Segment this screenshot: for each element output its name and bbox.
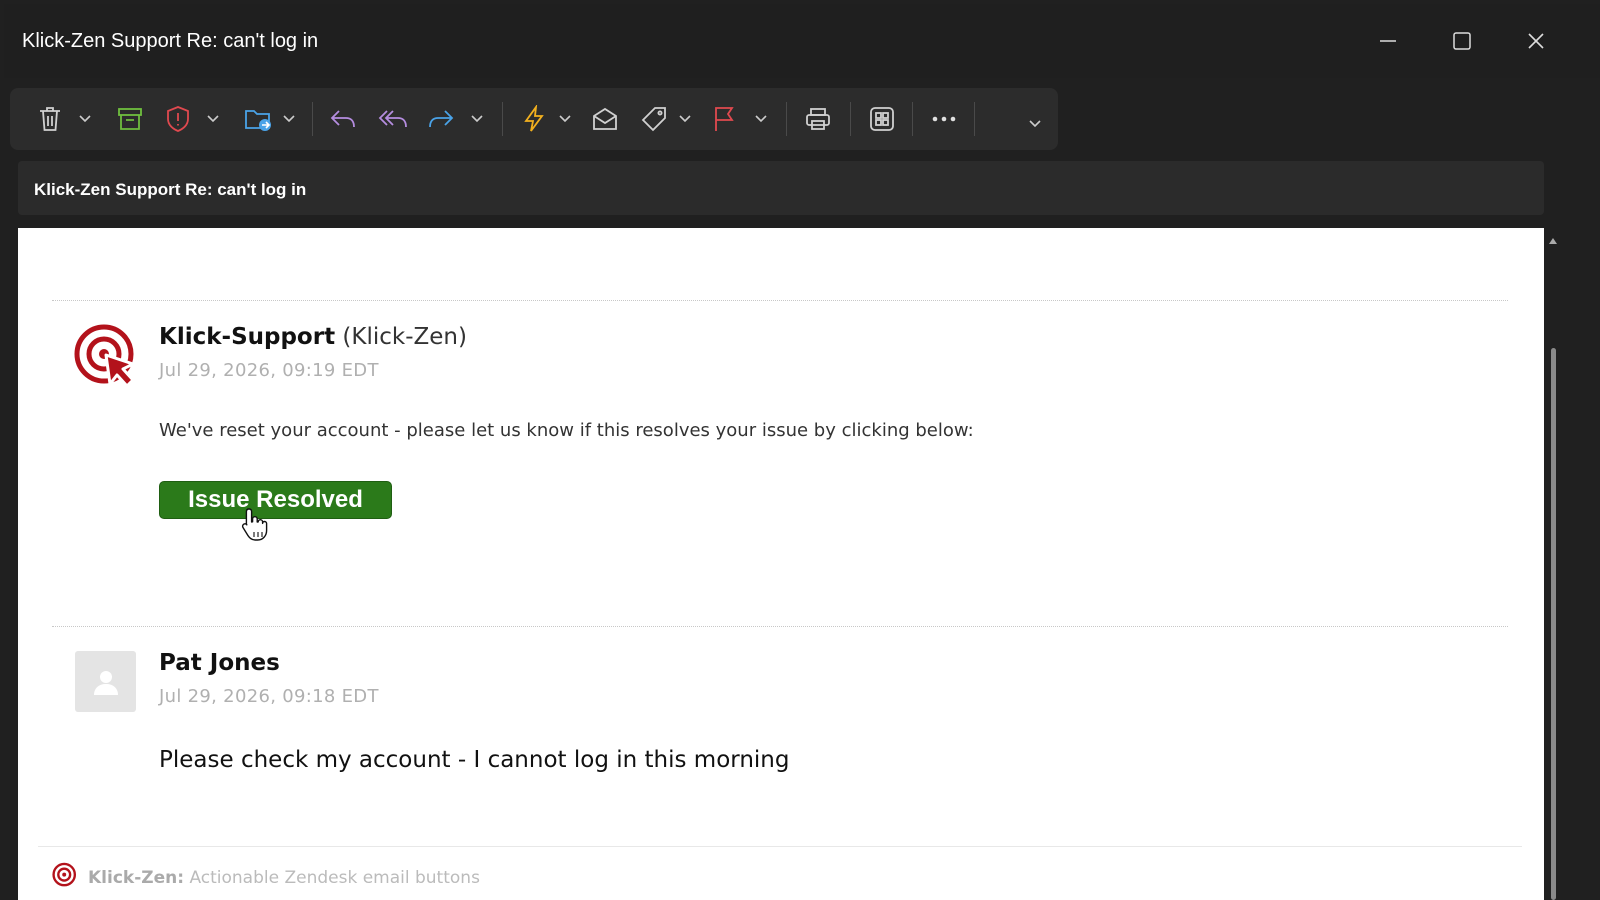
subject-bar: Klick-Zen Support Re: can't log in <box>18 161 1544 215</box>
tag-button[interactable] <box>634 88 674 150</box>
sender-name: Klick-Support <box>159 324 336 350</box>
footer-tagline: Actionable Zendesk email buttons <box>189 868 480 888</box>
scroll-up-arrow-icon[interactable] <box>1549 238 1557 244</box>
flag-icon <box>715 107 734 131</box>
reply-all-icon <box>378 110 407 128</box>
printer-icon <box>806 108 830 130</box>
reply-icon <box>330 110 355 128</box>
close-button[interactable] <box>1514 21 1558 61</box>
maximize-icon <box>1453 32 1471 50</box>
toolbar-separator <box>974 102 975 136</box>
envelope-open-icon <box>593 107 617 130</box>
flag-dropdown[interactable] <box>750 88 772 150</box>
user-icon <box>93 670 118 695</box>
toolbar-separator <box>912 102 913 136</box>
trash-icon <box>40 107 60 131</box>
apps-grid-icon <box>870 107 894 131</box>
quick-steps-button[interactable] <box>514 88 554 150</box>
close-icon <box>1528 33 1544 49</box>
print-button[interactable] <box>796 88 840 150</box>
toolbar-separator <box>850 102 851 136</box>
quick-steps-dropdown[interactable] <box>554 88 576 150</box>
forward-icon <box>429 110 454 128</box>
tag-icon <box>641 107 666 132</box>
forward-button[interactable] <box>420 88 462 150</box>
forward-dropdown[interactable] <box>466 88 488 150</box>
toolbar-overflow-dropdown[interactable] <box>1020 88 1050 150</box>
chevron-down-icon <box>679 115 691 123</box>
minimize-icon <box>1380 40 1396 42</box>
maximize-button[interactable] <box>1440 21 1484 61</box>
message-body: We've reset your account - please let us… <box>159 420 974 441</box>
report-dropdown[interactable] <box>202 88 224 150</box>
minimize-button[interactable] <box>1366 21 1410 61</box>
avatar <box>75 651 136 712</box>
title-bar: Klick-Zen Support Re: can't log in <box>4 4 1600 78</box>
chevron-down-icon <box>559 115 571 123</box>
issue-resolved-button[interactable]: Issue Resolved <box>159 481 392 519</box>
toolbar-separator <box>312 102 313 136</box>
message-thread: Klick-Support (Klick-Zen) Jul 29, 2026, … <box>18 228 1544 900</box>
lightning-icon <box>524 105 544 132</box>
hand-cursor-icon <box>241 508 268 541</box>
flag-button[interactable] <box>704 88 744 150</box>
folder-move-icon <box>245 110 271 131</box>
message-toolbar <box>10 88 1058 150</box>
klick-zen-footer-logo-icon <box>52 862 77 887</box>
scroll-thumb[interactable] <box>1551 348 1556 900</box>
footer-brand: Klick-Zen: <box>88 868 185 888</box>
footer-text: Klick-Zen: Actionable Zendesk email butt… <box>88 868 480 888</box>
divider <box>52 300 1508 301</box>
more-icon <box>932 116 956 122</box>
divider <box>38 846 1522 847</box>
chevron-down-icon <box>1029 120 1041 128</box>
window-title: Klick-Zen Support Re: can't log in <box>22 30 319 52</box>
vertical-scrollbar[interactable] <box>1544 228 1564 900</box>
chevron-down-icon <box>755 115 767 123</box>
delete-button[interactable] <box>30 88 70 150</box>
archive-button[interactable] <box>110 88 150 150</box>
message-sender: Pat Jones <box>159 650 280 676</box>
sender-name: Pat Jones <box>159 650 280 676</box>
subject-line: Klick-Zen Support Re: can't log in <box>34 180 307 199</box>
message-sender: Klick-Support (Klick-Zen) <box>159 324 467 350</box>
tag-dropdown[interactable] <box>674 88 696 150</box>
delete-dropdown[interactable] <box>74 88 96 150</box>
toolbar-separator <box>786 102 787 136</box>
chevron-down-icon <box>207 115 219 123</box>
chevron-down-icon <box>471 115 483 123</box>
shield-icon <box>167 106 189 132</box>
read-unread-button[interactable] <box>584 88 626 150</box>
divider <box>52 626 1508 627</box>
message-date: Jul 29, 2026, 09:19 EDT <box>159 360 379 381</box>
message-body: Please check my account - I cannot log i… <box>159 747 790 773</box>
email-window: Klick-Zen Support Re: can't log in Klick… <box>4 4 1600 900</box>
sender-org: (Klick-Zen) <box>342 324 467 350</box>
move-dropdown[interactable] <box>278 88 300 150</box>
klick-zen-logo-icon <box>74 324 135 388</box>
more-button[interactable] <box>922 88 966 150</box>
reply-all-button[interactable] <box>372 88 414 150</box>
archive-icon <box>118 108 142 130</box>
message-date: Jul 29, 2026, 09:18 EDT <box>159 686 379 707</box>
move-button[interactable] <box>238 88 278 150</box>
apps-button[interactable] <box>860 88 904 150</box>
reply-button[interactable] <box>322 88 364 150</box>
chevron-down-icon <box>79 115 91 123</box>
chevron-down-icon <box>283 115 295 123</box>
report-button[interactable] <box>158 88 198 150</box>
toolbar-separator <box>502 102 503 136</box>
